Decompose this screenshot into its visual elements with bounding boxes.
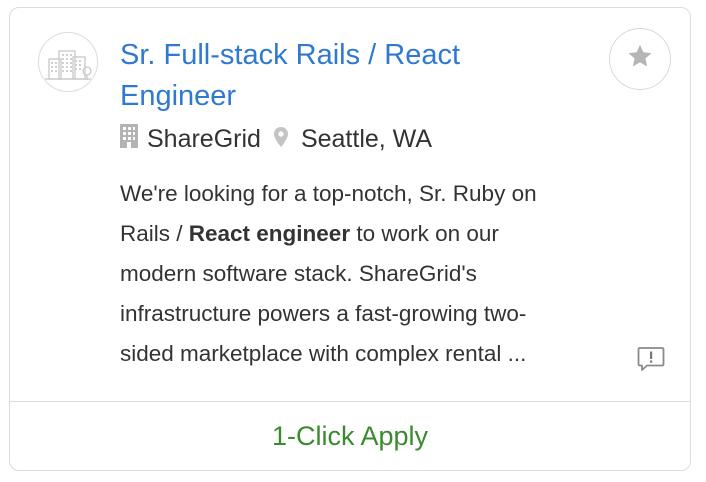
description-line: We're looking for a top-notch, Sr. Ruby … (120, 181, 537, 206)
description-line: infrastructure powers a fast-growing two… (120, 301, 527, 326)
description-line: sided marketplace with complex rental ..… (120, 341, 527, 366)
map-pin-icon (273, 125, 288, 154)
description-text: to work on our (350, 221, 499, 246)
job-title-line-2: Engineer (120, 80, 237, 112)
job-description: We're looking for a top-notch, Sr. Ruby … (120, 174, 635, 374)
company-name: ShareGrid (147, 124, 261, 153)
apply-label: 1-Click Apply (271, 420, 429, 451)
description-text: Rails / (120, 221, 189, 246)
favorite-button[interactable] (609, 28, 671, 90)
company-logo-icon (38, 32, 98, 92)
report-job-button[interactable] (636, 345, 666, 373)
building-icon (120, 123, 138, 155)
job-card: Sr. Full-stack Rails / React Engineer Sh… (9, 7, 691, 471)
job-title-link[interactable]: Sr. Full-stack Rails / React Engineer (120, 35, 580, 117)
job-location: Seattle, WA (300, 124, 433, 153)
job-meta: ShareGrid Seattle, WA (120, 121, 432, 157)
description-line: Rails / React engineer to work on our (120, 214, 635, 254)
description-highlight: React engineer (188, 221, 351, 246)
star-icon (627, 44, 653, 74)
job-title-line-1: Sr. Full-stack Rails / React (120, 39, 461, 71)
report-flag-icon (636, 347, 666, 377)
description-line: modern software stack. ShareGrid's (120, 261, 477, 286)
one-click-apply-button[interactable]: 1-Click Apply (10, 402, 690, 470)
